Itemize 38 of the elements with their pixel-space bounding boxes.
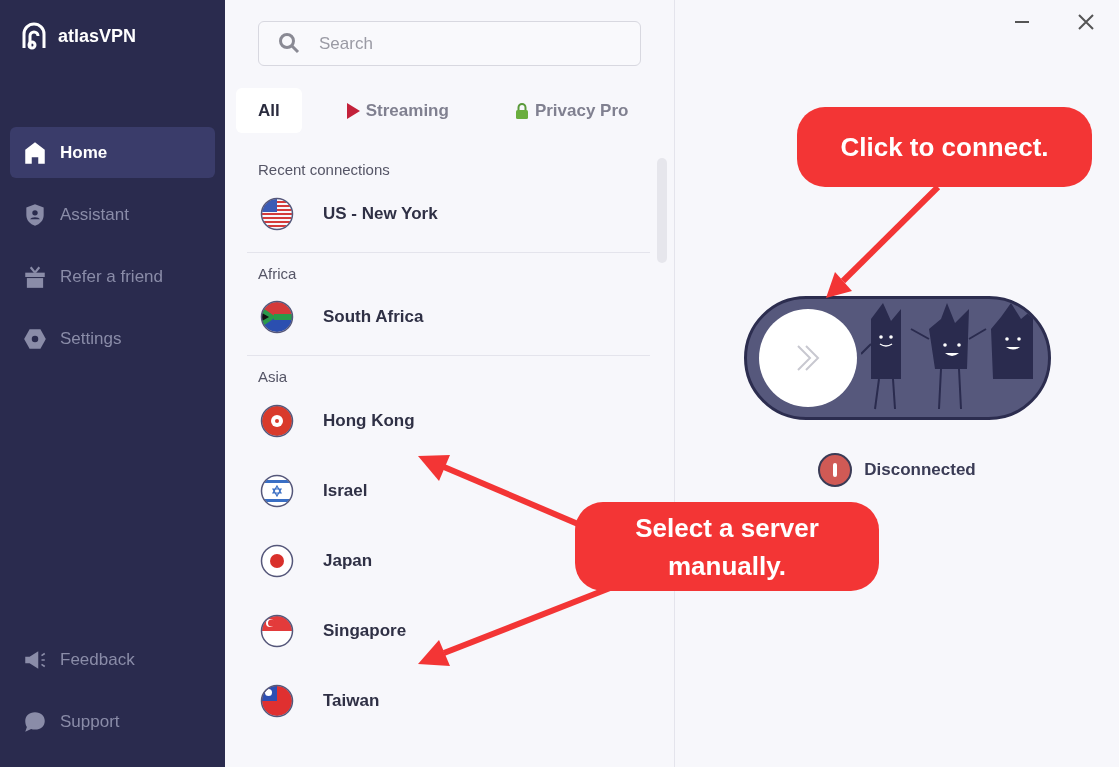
section-heading: Africa [257, 263, 298, 284]
flag-icon [260, 403, 294, 438]
callout: Select a server manually. [575, 502, 879, 591]
sidebar-item[interactable]: Support [10, 696, 215, 747]
play-icon [345, 102, 360, 119]
logo-icon [20, 20, 48, 52]
connection-status: Disconnected [864, 459, 976, 482]
server-row[interactable]: Taiwan [247, 668, 380, 739]
flag-icon [260, 543, 294, 578]
filter-tab[interactable]: All [236, 88, 302, 133]
server-row[interactable]: South Africa [247, 285, 424, 355]
server-row[interactable]: Japan [247, 528, 373, 599]
search-icon [278, 32, 300, 54]
filter-tab[interactable]: Privacy Pro [492, 88, 651, 133]
flag-icon [260, 613, 294, 648]
sidebar-item[interactable]: Home [10, 127, 215, 178]
minimize-icon [1015, 21, 1029, 23]
filter-tab[interactable]: Streaming [323, 88, 471, 133]
server-row[interactable]: Israel [247, 458, 368, 529]
toggle-knob[interactable] [758, 309, 857, 407]
sidebar-item[interactable]: Settings [10, 313, 215, 364]
sidebar-item[interactable]: Assistant [10, 189, 215, 240]
sidebar-item[interactable]: Feedback [10, 634, 215, 685]
server-row[interactable]: Singapore [247, 598, 407, 669]
brand-name: atlasVPN [58, 24, 137, 48]
server-row[interactable]: US - New York [247, 181, 438, 252]
flag-icon [260, 473, 294, 508]
padlock-icon [514, 102, 529, 119]
flag-icon [260, 300, 294, 334]
flag-icon [260, 683, 294, 718]
search-field[interactable]: Search [258, 21, 641, 66]
callout: Click to connect. [797, 107, 1092, 187]
sidebar-item[interactable]: Refer a friend [10, 251, 215, 302]
section-heading: Asia [257, 367, 289, 387]
section-heading: Recent connections [257, 160, 391, 180]
server-row[interactable]: Hong Kong [247, 388, 415, 459]
close-icon [1077, 13, 1095, 31]
flag-icon [260, 196, 294, 231]
